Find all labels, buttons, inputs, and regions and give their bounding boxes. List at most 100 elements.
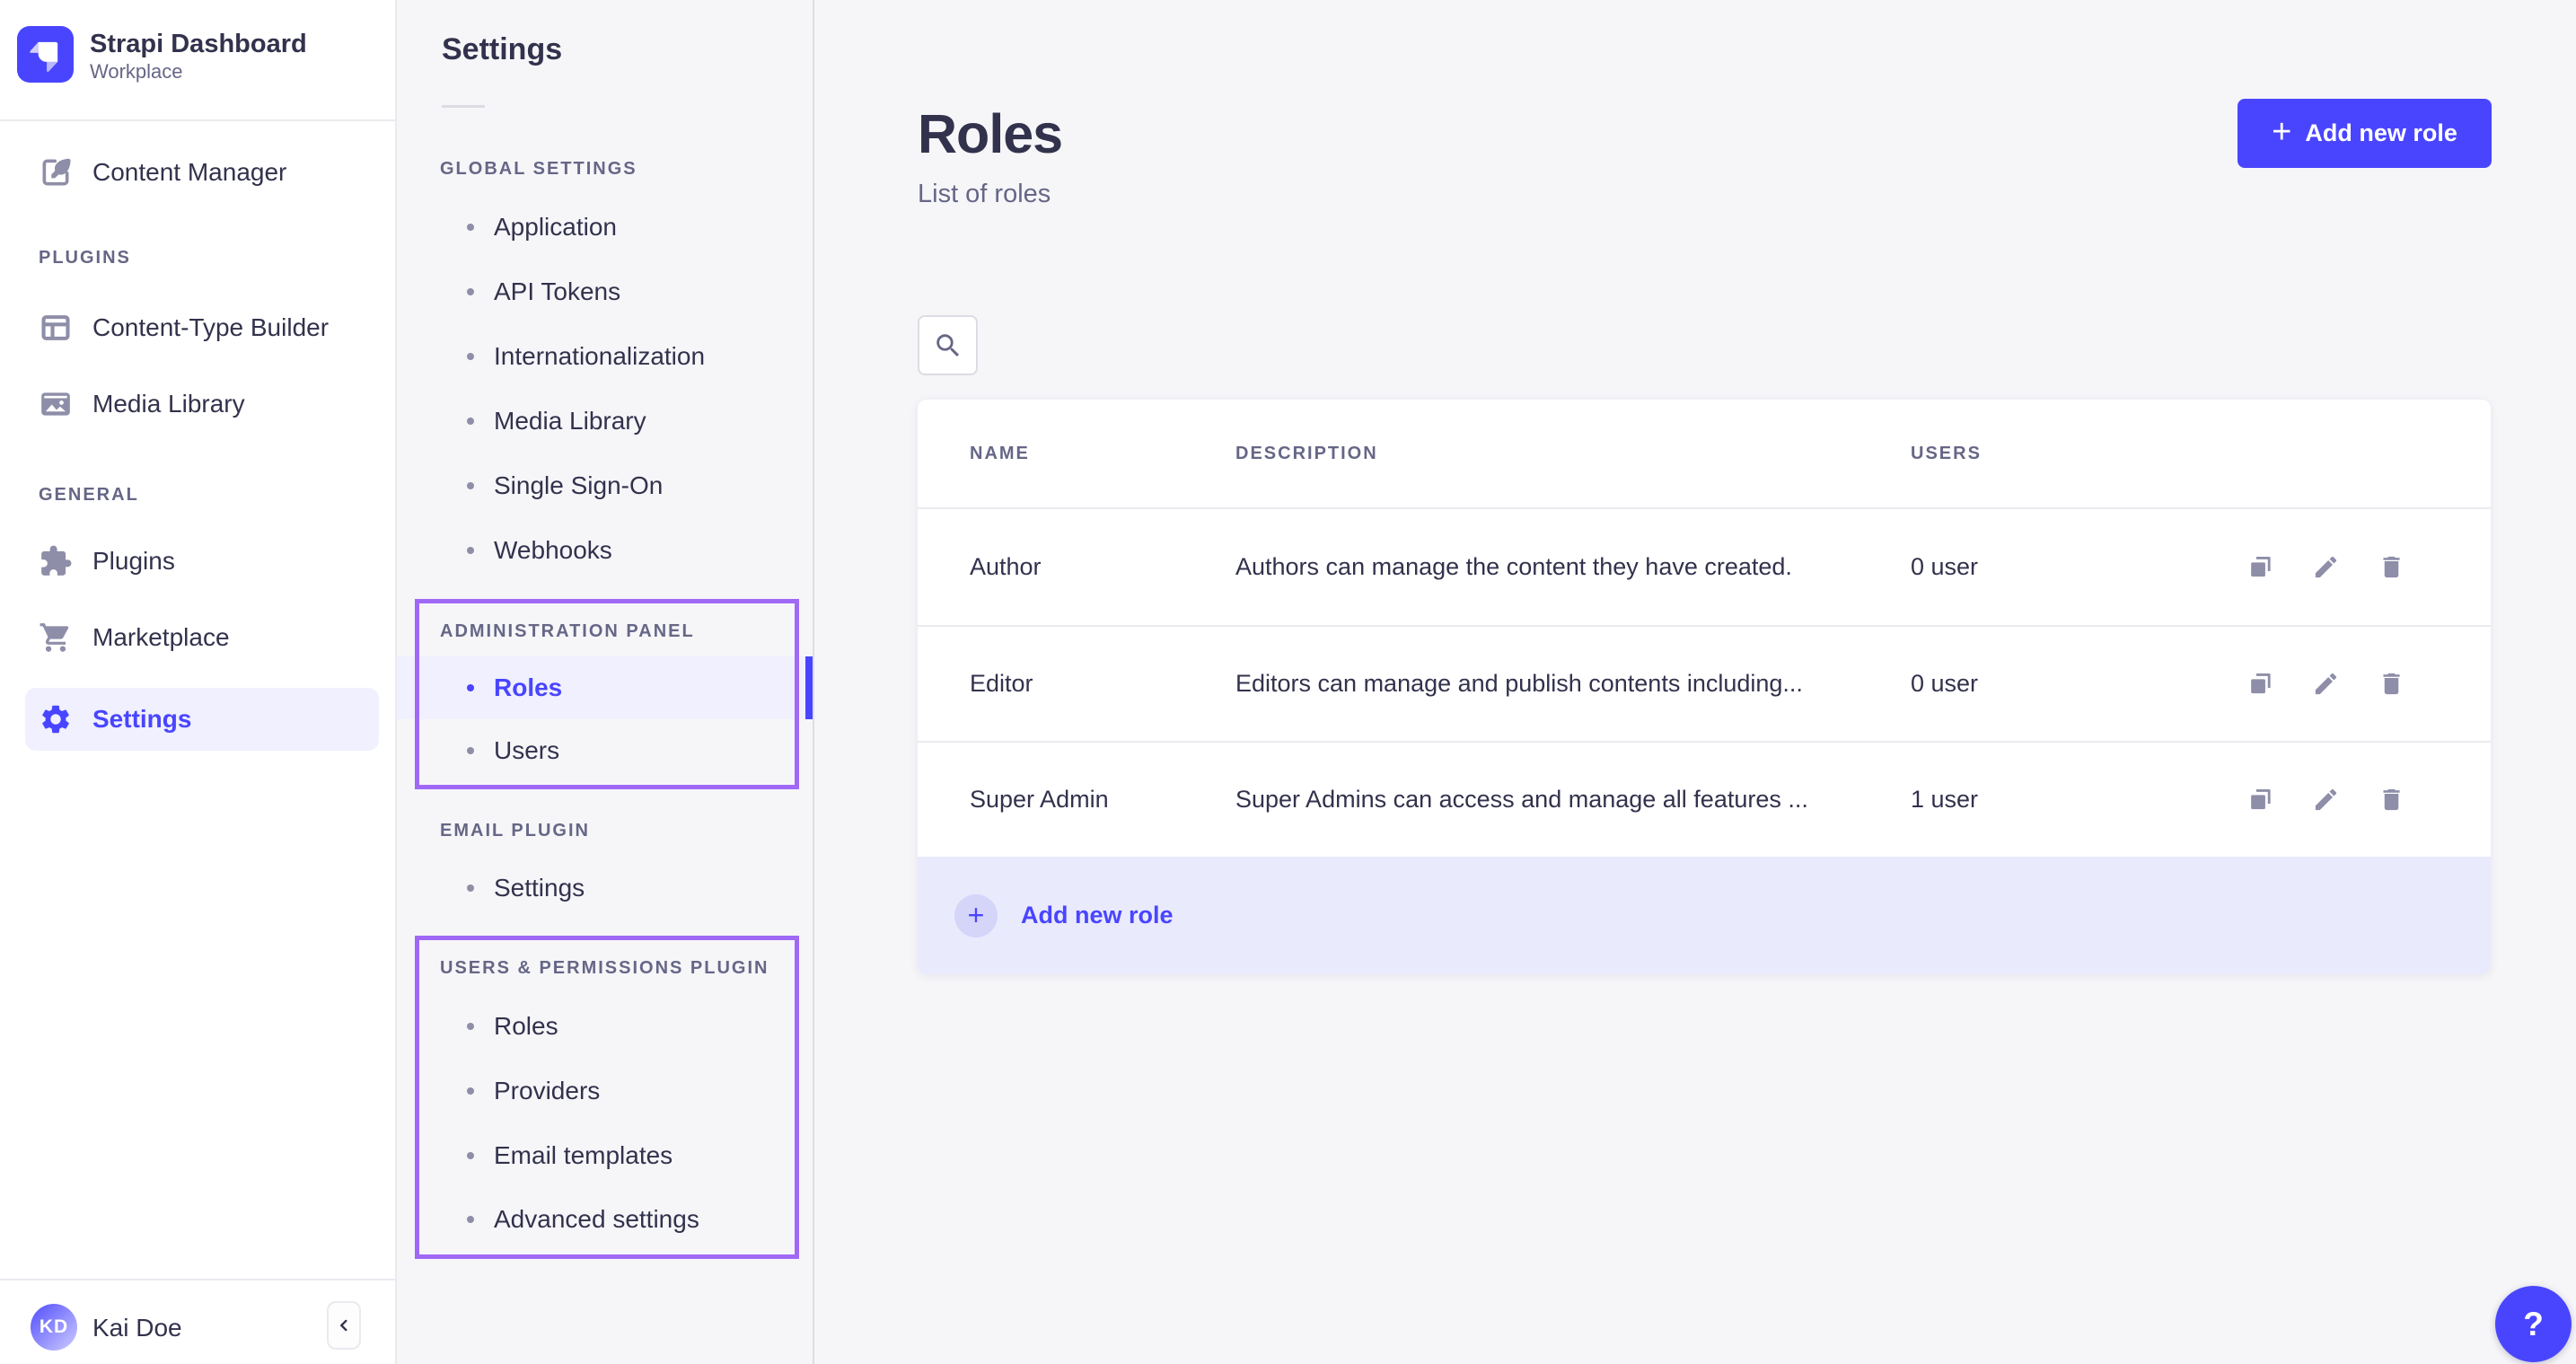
subnav-item-label: Settings [494,874,585,902]
subnav-item-label: Advanced settings [494,1205,699,1234]
subnav-item-label: Media Library [494,407,646,436]
bullet-icon [467,1152,474,1159]
duplicate-role-button[interactable] [2246,553,2274,581]
search-icon [933,330,963,361]
bullet-icon [467,1216,474,1223]
bullet-icon [467,747,474,754]
sidebar-item-label: Settings [92,705,191,734]
subnav-item-single-sign-on[interactable]: Single Sign-On [397,453,813,518]
subnav-item-internationalization[interactable]: Internationalization [397,324,813,389]
subnav-item-label: Roles [494,1012,558,1041]
pencil-icon [2312,670,2340,698]
subnav-item-up-email-templates[interactable]: Email templates [397,1123,813,1188]
subnav-item-api-tokens[interactable]: API Tokens [397,260,813,324]
sidebar-section-plugins: PLUGINS [39,248,131,268]
trash-icon [2378,553,2405,581]
search-button[interactable] [918,315,978,375]
collapse-sidebar-button[interactable] [327,1301,361,1350]
gear-icon [39,702,73,736]
app-subtitle: Workplace [90,60,183,84]
shopping-cart-icon [39,620,73,655]
subnav-item-up-roles[interactable]: Roles [397,994,813,1059]
edit-role-button[interactable] [2312,786,2340,814]
role-name: Editor [970,627,1230,741]
sidebar-item-content-manager[interactable]: Content Manager [25,140,379,205]
edit-role-button[interactable] [2312,553,2340,581]
subnav-item-email-settings[interactable]: Settings [397,856,813,920]
role-users-count: 0 user [1911,627,2180,741]
avatar[interactable]: KD [31,1304,77,1351]
puzzle-piece-icon [39,544,73,578]
help-button[interactable]: ? [2495,1286,2572,1362]
strapi-logo-icon[interactable] [17,26,74,83]
delete-role-button[interactable] [2378,553,2405,581]
column-header-name: NAME [970,400,1230,507]
role-name: Author [970,509,1230,625]
sidebar-item-label: Content Manager [92,158,286,187]
trash-icon [2378,786,2405,814]
subnav-item-label: Users [494,736,559,765]
table-row[interactable]: Super Admin Super Admins can access and … [918,741,2491,857]
role-users-count: 0 user [1911,509,2180,625]
sidebar-item-label: Content-Type Builder [92,313,329,342]
pencil-icon [2312,553,2340,581]
bullet-icon [467,482,474,489]
subnav-item-label: API Tokens [494,277,620,306]
subnav-item-application[interactable]: Application [397,195,813,260]
duplicate-role-button[interactable] [2246,670,2274,698]
subnav-item-label: Single Sign-On [494,471,663,500]
add-new-role-footer-button[interactable]: + Add new role [918,857,2491,974]
sidebar-item-plugins[interactable]: Plugins [25,529,379,594]
copy-icon [2246,553,2274,581]
sidebar-item-content-type-builder[interactable]: Content-Type Builder [25,295,379,360]
bullet-icon [467,288,474,295]
role-description: Super Admins can access and manage all f… [1235,743,1909,857]
row-actions [2246,509,2405,625]
duplicate-role-button[interactable] [2246,786,2274,814]
sidebar-item-label: Marketplace [92,623,230,652]
pencil-icon [2312,786,2340,814]
delete-role-button[interactable] [2378,786,2405,814]
chevron-left-icon [334,1316,354,1335]
roles-table-card: NAME DESCRIPTION USERS Author Authors ca… [918,400,2491,974]
subnav-item-label: Providers [494,1077,600,1105]
row-actions [2246,627,2405,741]
delete-role-button[interactable] [2378,670,2405,698]
table-row[interactable]: Author Authors can manage the content th… [918,509,2491,625]
main-sidebar: Strapi Dashboard Workplace Content Manag… [0,0,397,1364]
subnav-item-up-providers[interactable]: Providers [397,1059,813,1123]
bullet-icon [467,547,474,554]
bullet-icon [467,684,474,691]
subnav-item-label: Webhooks [494,536,612,565]
app-title: Strapi Dashboard [90,30,307,59]
bullet-icon [467,224,474,231]
divider [442,105,485,108]
edit-role-button[interactable] [2312,670,2340,698]
main-content: Roles List of roles + Add new role NAME … [814,0,2576,1364]
sidebar-item-media-library[interactable]: Media Library [25,372,379,436]
subnav-item-up-advanced-settings[interactable]: Advanced settings [397,1187,813,1252]
subnav-item-media-library[interactable]: Media Library [397,389,813,453]
sidebar-item-settings[interactable]: Settings [25,688,379,751]
subnav-item-admin-roles[interactable]: Roles [397,656,813,720]
sidebar-item-label: Plugins [92,547,175,576]
row-actions [2246,743,2405,857]
table-row[interactable]: Editor Editors can manage and publish co… [918,625,2491,741]
subnav-section-administration-panel: ADMINISTRATION PANEL [440,621,695,642]
subnav-item-admin-users[interactable]: Users [397,718,813,783]
subnav-item-label: Roles [494,673,562,702]
subnav-item-webhooks[interactable]: Webhooks [397,518,813,583]
subnav-section-global-settings: GLOBAL SETTINGS [440,159,637,180]
bullet-icon [467,884,474,892]
layout-grid-icon [39,311,73,345]
subnav-item-label: Application [494,213,617,242]
copy-icon [2246,786,2274,814]
add-new-role-button[interactable]: + Add new role [2238,99,2492,168]
column-header-users: USERS [1911,400,2180,507]
sidebar-item-marketplace[interactable]: Marketplace [25,605,379,670]
column-header-description: DESCRIPTION [1235,400,1909,507]
bullet-icon [467,418,474,425]
bullet-icon [467,1023,474,1030]
role-users-count: 1 user [1911,743,2180,857]
trash-icon [2378,670,2405,698]
